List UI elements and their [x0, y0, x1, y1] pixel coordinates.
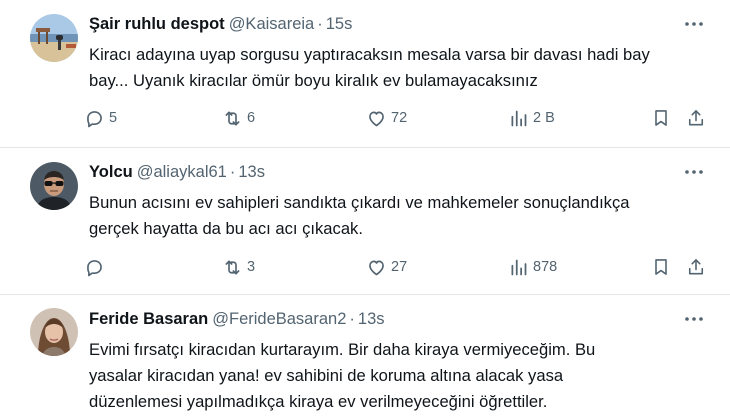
- views-icon: [511, 259, 527, 275]
- tweet-header: Şair ruhlu despot @Kaisareia · 15s: [89, 14, 352, 34]
- retweet-icon: [225, 111, 240, 125]
- tweet[interactable]: Şair ruhlu despot @Kaisareia · 15s Kiracı a…: [0, 0, 730, 148]
- views-button[interactable]: 878: [508, 255, 557, 279]
- tweet-actions: 3 27 878: [84, 255, 710, 279]
- tweet-text: Bunun acısını ev sahipleri sandıkta çıka…: [89, 193, 630, 238]
- tweet-text: Kiracı adayına uyap sorgusu yaptıracaksı…: [89, 45, 650, 90]
- timestamp[interactable]: 13s: [358, 310, 385, 328]
- display-name[interactable]: Şair ruhlu despot: [89, 15, 225, 33]
- user-handle[interactable]: @Kaisareia: [229, 15, 315, 33]
- more-icon[interactable]: [684, 309, 704, 329]
- user-handle[interactable]: @aliaykal61: [137, 163, 227, 181]
- retweet-button[interactable]: 6: [222, 106, 255, 130]
- bookmark-icon: [655, 110, 667, 126]
- display-name[interactable]: Feride Basaran: [89, 310, 208, 328]
- views-count: 878: [533, 259, 558, 275]
- avatar[interactable]: [30, 162, 78, 210]
- timestamp[interactable]: 13s: [238, 163, 265, 181]
- bookmark-button[interactable]: [651, 255, 671, 279]
- share-icon: [688, 259, 704, 275]
- like-icon: [369, 111, 384, 126]
- reply-button[interactable]: [84, 255, 109, 279]
- bookmark-button[interactable]: [651, 106, 671, 130]
- like-count: 72: [391, 110, 408, 126]
- avatar[interactable]: [30, 308, 78, 356]
- share-button[interactable]: [686, 255, 706, 279]
- more-icon[interactable]: [684, 162, 704, 182]
- reply-icon: [87, 110, 102, 127]
- tweet[interactable]: Yolcu @aliaykal61 · 13s Bunun acısını ev sa…: [0, 148, 730, 295]
- views-icon: [511, 110, 527, 126]
- avatar[interactable]: [30, 14, 78, 62]
- reply-icon: [87, 259, 102, 276]
- display-name[interactable]: Yolcu: [89, 163, 133, 181]
- share-button[interactable]: [686, 106, 706, 130]
- like-button[interactable]: 72: [366, 106, 407, 130]
- tweet-header: Feride Basaran @FerideBasaran2 · 13s: [89, 309, 385, 329]
- retweet-count: 6: [247, 110, 256, 126]
- separator: ·: [317, 15, 323, 33]
- more-icon[interactable]: [684, 14, 704, 34]
- tweet-text: Evimi fırsatçı kiracıdan kurtarayım. Bir…: [89, 340, 596, 411]
- share-icon: [688, 110, 704, 126]
- separator: ·: [229, 163, 236, 181]
- retweet-count: 3: [247, 259, 256, 275]
- like-icon: [369, 260, 384, 275]
- views-button[interactable]: 2 B: [508, 106, 555, 130]
- user-handle[interactable]: @FerideBasaran2: [212, 310, 346, 328]
- separator: ·: [349, 310, 355, 328]
- bookmark-icon: [655, 259, 667, 275]
- retweet-button[interactable]: 3: [222, 255, 255, 279]
- reply-button[interactable]: 5: [84, 106, 117, 130]
- like-button[interactable]: 27: [366, 255, 407, 279]
- tweet-actions: 5 6 72 2 B: [84, 106, 710, 130]
- views-count: 2 B: [533, 110, 555, 126]
- tweet-header: Yolcu @aliaykal61 · 13s: [89, 162, 265, 182]
- like-count: 27: [391, 259, 408, 275]
- tweet[interactable]: Feride Basaran @FerideBasaran2 · 13s Evimi …: [0, 295, 730, 420]
- reply-count: 5: [109, 110, 118, 126]
- timestamp[interactable]: 15s: [326, 15, 353, 33]
- retweet-icon: [225, 260, 240, 274]
